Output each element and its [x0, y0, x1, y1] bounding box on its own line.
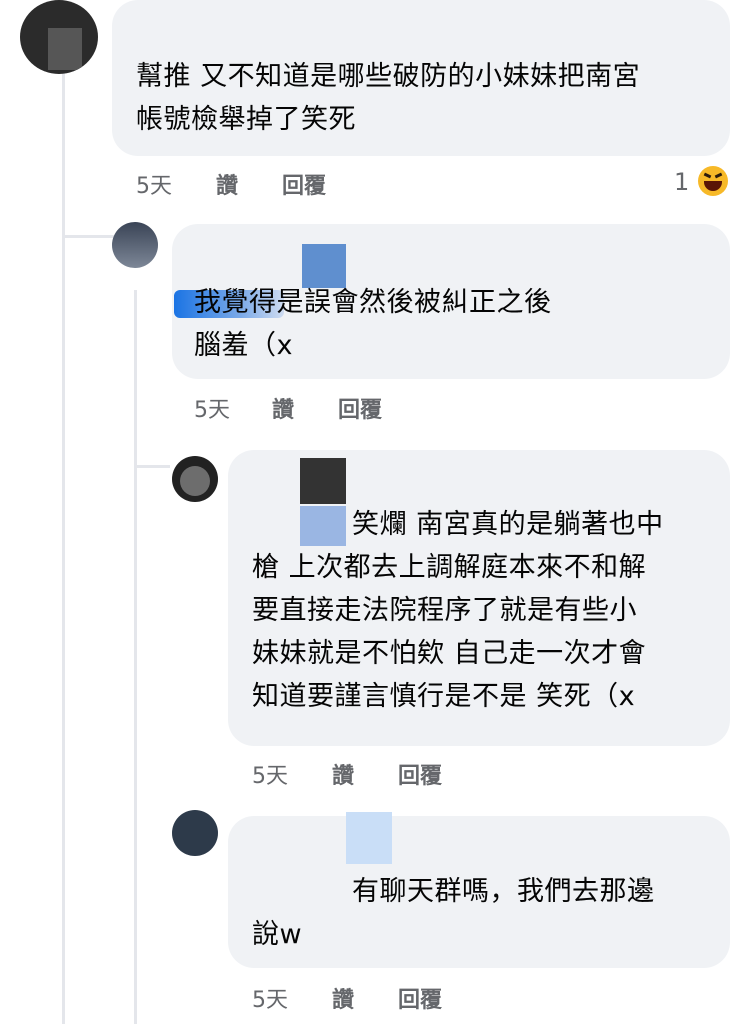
comment-text: 我覺得是誤會然後被糾正之後 腦羞（x [194, 287, 552, 361]
reply-button[interactable]: 回覆 [338, 392, 382, 424]
comment-text: 笑爛 南宮真的是躺著也中 槍 上次都去上調解庭本來不和解 要直接走法院程序了就是… [252, 509, 664, 712]
thread-line-branch [134, 465, 170, 468]
comment-time[interactable]: 5天 [194, 392, 230, 424]
like-button[interactable]: 讚 [272, 392, 294, 424]
comment-text: 幫推 又不知道是哪些破防的小妹妹把南宮 帳號檢舉掉了笑死 [136, 61, 641, 135]
comment-actions: 5天 讚 回覆 [194, 392, 454, 424]
avatar[interactable] [172, 810, 218, 856]
like-button[interactable]: 讚 [332, 758, 354, 790]
avatar[interactable] [172, 456, 218, 502]
thread-line-branch [62, 235, 114, 238]
avatar[interactable] [20, 0, 98, 74]
reaction-count[interactable]: 1 [674, 168, 689, 196]
name-blur [300, 458, 346, 504]
like-button[interactable]: 讚 [332, 982, 354, 1014]
reply-button[interactable]: 回覆 [398, 982, 442, 1014]
thread-line [62, 70, 65, 1024]
laugh-icon [698, 166, 728, 196]
reply-button[interactable]: 回覆 [282, 168, 326, 200]
reply-button[interactable]: 回覆 [398, 758, 442, 790]
comment-time[interactable]: 5天 [252, 982, 288, 1014]
thread-line [134, 290, 137, 1024]
avatar-blur [48, 28, 82, 70]
like-button[interactable]: 讚 [216, 168, 238, 200]
comment-time[interactable]: 5天 [136, 168, 172, 200]
avatar[interactable] [112, 222, 158, 268]
name-blur [346, 812, 392, 864]
comment-actions: 5天 讚 回覆 [252, 982, 512, 1014]
comment-actions: 5天 讚 回覆 [136, 168, 396, 200]
comment-text: 有聊天群嗎，我們去那邊 說w [252, 876, 655, 950]
comment-time[interactable]: 5天 [252, 758, 288, 790]
comment-actions: 5天 讚 回覆 [252, 758, 512, 790]
